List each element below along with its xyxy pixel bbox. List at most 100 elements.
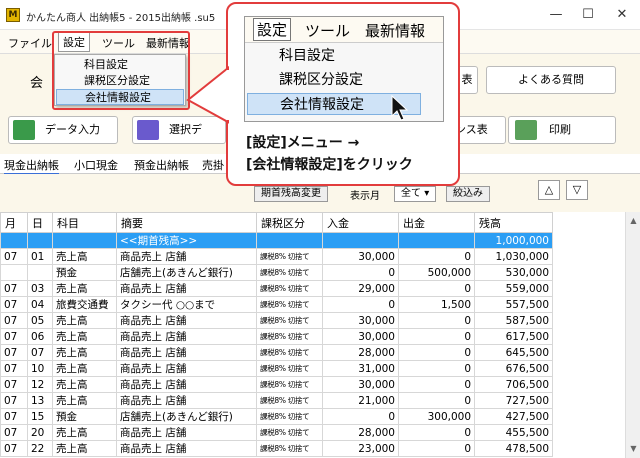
header-tax-category[interactable]: 課税区分 — [256, 212, 323, 233]
cell-balance: 557,500 — [474, 296, 553, 313]
header-month[interactable]: 月 — [0, 212, 28, 233]
cell-tax-category: 課税8% 切捨て — [256, 392, 323, 409]
cell-balance: 645,500 — [474, 344, 553, 361]
cell-deposit: 23,000 — [322, 440, 399, 457]
scroll-down-icon[interactable]: ▼ — [626, 442, 640, 456]
cell-withdrawal: 0 — [398, 280, 475, 297]
cell-tax-category: 課税8% 切捨て — [256, 248, 323, 265]
tab-receivables[interactable]: 売掛 — [202, 157, 224, 173]
ledger-table-wrap: 月 日 科目 摘要 課税区分 入金 出金 残高 <<期首残高>> 1,000,0… — [0, 212, 625, 458]
month-select[interactable]: 全て ▾ — [394, 186, 437, 202]
maximize-button[interactable]: ☐ — [572, 4, 604, 26]
opening-balance-label: <<期首残高>> — [116, 232, 257, 249]
header-deposit[interactable]: 入金 — [322, 212, 399, 233]
faq-label: よくある質問 — [518, 73, 584, 86]
cell-month: 07 — [0, 280, 28, 297]
zoomed-menubar: 設定 ツール 最新情報 — [245, 17, 443, 43]
cell-day: 05 — [27, 312, 53, 329]
cell-deposit: 0 — [322, 296, 399, 313]
cell-account: 売上高 — [52, 344, 117, 361]
cell-account: 売上高 — [52, 392, 117, 409]
data-entry-button[interactable]: データ入力 — [8, 116, 118, 144]
header-withdrawal[interactable]: 出金 — [398, 212, 475, 233]
close-button[interactable]: ✕ — [606, 4, 638, 26]
cell-description: 商品売上 店舗 — [116, 424, 257, 441]
header-balance[interactable]: 残高 — [474, 212, 553, 233]
cell-deposit: 28,000 — [322, 424, 399, 441]
cell-description: 店舗売上(あきんど銀行) — [116, 408, 257, 425]
cell-description: 商品売上 店舗 — [116, 376, 257, 393]
opening-balance-change-button[interactable]: 期首残高変更 — [254, 186, 328, 202]
cell-day: 10 — [27, 360, 53, 377]
vertical-scrollbar[interactable]: ▲ ▼ — [625, 212, 640, 458]
tab-cash-ledger[interactable]: 現金出納帳 — [4, 157, 59, 175]
cell-withdrawal: 500,000 — [398, 264, 475, 281]
tab-petty-cash[interactable]: 小口現金 — [74, 157, 118, 173]
tab-deposit-ledger[interactable]: 預金出納帳 — [134, 157, 189, 173]
table-row[interactable]: 07 20 売上高 商品売上 店舗 課税8% 切捨て 28,000 0 455,500 — [0, 424, 553, 441]
cell-month: 07 — [0, 360, 28, 377]
highlight-frame — [52, 31, 190, 110]
cell-day — [27, 264, 53, 281]
cell-account: 預金 — [52, 408, 117, 425]
table-row[interactable]: 07 12 売上高 商品売上 店舗 課税8% 切捨て 30,000 0 706,500 — [0, 376, 553, 393]
cell-tax-category: 課税8% 切捨て — [256, 296, 323, 313]
table-row[interactable]: 07 03 売上高 商品売上 店舗 課税8% 切捨て 29,000 0 559,000 — [0, 280, 553, 297]
minimize-button[interactable]: — — [540, 4, 572, 26]
cell-account: 売上高 — [52, 280, 117, 297]
cell-description: 商品売上 店舗 — [116, 328, 257, 345]
header-day[interactable]: 日 — [27, 212, 53, 233]
cell-balance: 727,500 — [474, 392, 553, 409]
cell-withdrawal: 0 — [398, 360, 475, 377]
cell-month: 07 — [0, 392, 28, 409]
scroll-up-icon[interactable]: ▲ — [626, 214, 640, 228]
cell-withdrawal: 0 — [398, 328, 475, 345]
header-description[interactable]: 摘要 — [116, 212, 257, 233]
faq-button[interactable]: よくある質問 — [486, 66, 616, 94]
cell-tax-category: 課税8% 切捨て — [256, 344, 323, 361]
cell-account: 売上高 — [52, 328, 117, 345]
table-row[interactable]: 預金 店舗売上(あきんど銀行) 課税8% 切捨て 0 500,000 530,000 — [0, 264, 553, 281]
cell-deposit: 31,000 — [322, 360, 399, 377]
cell-tax-category: 課税8% 切捨て — [256, 424, 323, 441]
cell-withdrawal: 0 — [398, 392, 475, 409]
table-row[interactable]: 07 01 売上高 商品売上 店舗 課税8% 切捨て 30,000 0 1,030,000 — [0, 248, 553, 265]
cell-month: 07 — [0, 376, 28, 393]
table-row[interactable]: 07 06 売上高 商品売上 店舗 課税8% 切捨て 30,000 0 617,500 — [0, 328, 553, 345]
up-button[interactable]: △ — [538, 180, 560, 200]
cell-month: 07 — [0, 424, 28, 441]
cell-tax-category: 課税8% 切捨て — [256, 264, 323, 281]
cell-withdrawal: 0 — [398, 424, 475, 441]
cell-month: 07 — [0, 408, 28, 425]
narrow-button[interactable]: 絞込み — [446, 186, 490, 202]
table-row[interactable]: 07 05 売上高 商品売上 店舗 課税8% 切捨て 30,000 0 587,500 — [0, 312, 553, 329]
zoomed-menu-tools: ツール — [305, 22, 351, 40]
zoomed-menu-settings: 設定 — [253, 18, 292, 41]
window-title: かんたん商人 出納帳5 - 2015出納帳 .su5 — [26, 13, 216, 24]
table-row[interactable]: 07 15 預金 店舗売上(あきんど銀行) 課税8% 切捨て 0 300,000 427,50… — [0, 408, 553, 425]
cell-description: 商品売上 店舗 — [116, 392, 257, 409]
menu-file[interactable]: ファイル — [8, 35, 52, 51]
cell-balance: 1,030,000 — [474, 248, 553, 265]
table-row[interactable]: 07 13 売上高 商品売上 店舗 課税8% 切捨て 21,000 0 727,500 — [0, 392, 553, 409]
cell-withdrawal: 0 — [398, 376, 475, 393]
table-row[interactable]: 07 10 売上高 商品売上 店舗 課税8% 切捨て 31,000 0 676,500 — [0, 360, 553, 377]
cell-description: 店舗売上(あきんど銀行) — [116, 264, 257, 281]
cell-day: 04 — [27, 296, 53, 313]
cell-deposit: 21,000 — [322, 392, 399, 409]
cell-month: 07 — [0, 344, 28, 361]
instruction-line-1: [設定]メニュー → — [246, 135, 360, 151]
cell-withdrawal: 0 — [398, 344, 475, 361]
ledger-table: 月 日 科目 摘要 課税区分 入金 出金 残高 <<期首残高>> 1,000,0… — [0, 212, 553, 457]
opening-balance-row[interactable]: <<期首残高>> 1,000,000 — [0, 232, 553, 249]
table-row[interactable]: 07 22 売上高 商品売上 店舗 課税8% 切捨て 23,000 0 478,500 — [0, 440, 553, 457]
table-row[interactable]: 07 04 旅費交通費 タクシー代 ○○まで 課税8% 切捨て 0 1,500 557,500 — [0, 296, 553, 313]
cell-account: 売上高 — [52, 376, 117, 393]
header-account[interactable]: 科目 — [52, 212, 117, 233]
table-row[interactable]: 07 07 売上高 商品売上 店舗 課税8% 切捨て 28,000 0 645,500 — [0, 344, 553, 361]
cell-description: 商品売上 店舗 — [116, 312, 257, 329]
down-button[interactable]: ▽ — [566, 180, 588, 200]
cell-deposit: 0 — [322, 408, 399, 425]
print-button[interactable]: 印刷 — [508, 116, 616, 144]
select-data-icon — [137, 120, 159, 140]
